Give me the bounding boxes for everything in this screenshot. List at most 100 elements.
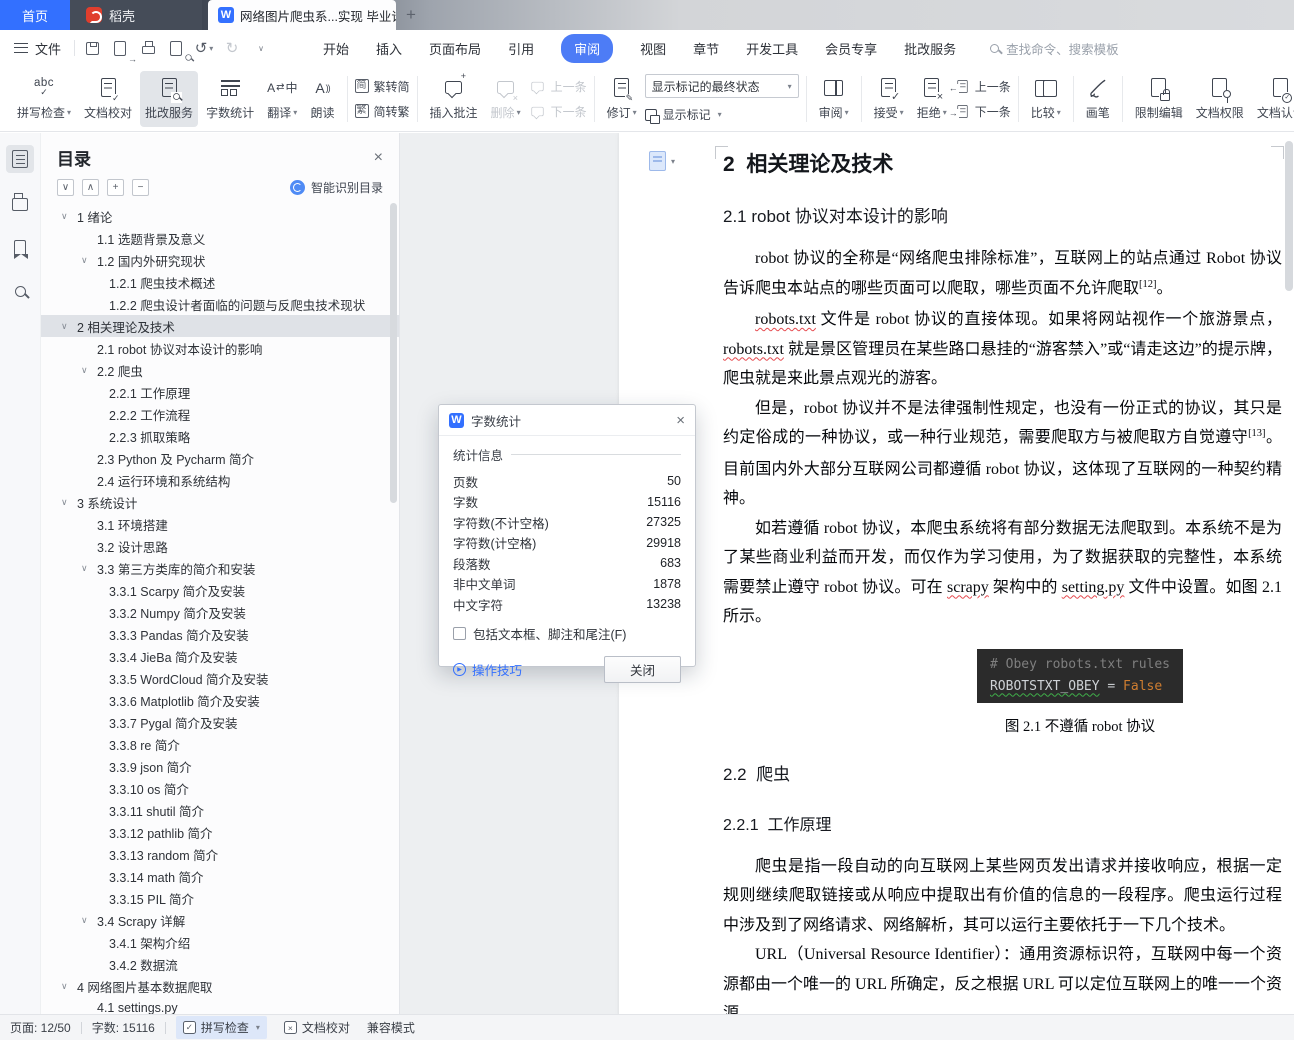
toc-expand-icon[interactable]: ∨ — [61, 211, 77, 222]
toc-expand-icon[interactable]: ∨ — [61, 981, 77, 992]
toc-item[interactable]: 3.4.2 数据流 — [41, 953, 399, 975]
toc-item[interactable]: ∨ 3 系统设计 — [41, 491, 399, 513]
toc-item[interactable]: 2.3 Python 及 Pycharm 简介 — [41, 447, 399, 469]
toc-item[interactable]: 4.1 settings.py — [41, 997, 399, 1014]
simp-to-trad-button[interactable]: 繁简转繁 — [354, 103, 410, 120]
grading-service-button[interactable]: 批改服务 — [140, 70, 199, 127]
doc-permission-button[interactable]: 文档权限 — [1191, 71, 1249, 127]
toc-item[interactable]: ∨ 4 网络图片基本数据爬取 — [41, 975, 399, 997]
next-comment-button[interactable]: 下一条 — [529, 103, 587, 120]
toc-item[interactable]: 3.3.14 math 简介 — [41, 865, 399, 887]
word-count-button[interactable]: 字数统计 — [201, 71, 259, 127]
toc-item[interactable]: ∨ 3.3 第三方类库的简介和安装 — [41, 557, 399, 579]
new-tab-button[interactable]: + — [396, 0, 426, 30]
toc-expand-all-button[interactable]: ∨ — [57, 179, 74, 196]
toc-item[interactable]: 2.4 运行环境和系统结构 — [41, 469, 399, 491]
toc-item[interactable]: 3.3.5 WordCloud 简介及安装 — [41, 667, 399, 689]
document-content[interactable]: 2 相关理论及技术 2.1 robot 协议对本设计的影响 robot 协议的全… — [723, 133, 1282, 1014]
file-menu-button[interactable]: 文件 — [0, 30, 74, 66]
doc-proof-toggle[interactable]: × 文档校对 — [277, 1016, 357, 1039]
menu-item-9[interactable]: 会员专享 — [825, 39, 877, 58]
translate-button[interactable]: A ⇄ 中 翻译 ▾ — [262, 71, 302, 127]
export-button[interactable]: → — [107, 36, 139, 64]
tab-home[interactable]: 首页 — [0, 0, 70, 30]
toc-expand-icon[interactable]: ∨ — [81, 563, 97, 574]
smart-recognize-toc-button[interactable]: 智能识别目录 — [289, 179, 383, 196]
doc-certify-button[interactable]: ✓ 文档认证 — [1252, 71, 1294, 127]
toc-item[interactable]: 2.2.1 工作原理 — [41, 381, 399, 403]
toc-item[interactable]: 1.1 选题背景及意义 — [41, 227, 399, 249]
prev-change-button[interactable]: ← 上一条 — [947, 78, 1011, 95]
dialog-title-bar[interactable]: W 字数统计 × — [439, 405, 695, 436]
spell-check-toggle[interactable]: ✓ 拼写检查 ▾ — [175, 1016, 267, 1039]
toc-item[interactable]: 3.3.12 pathlib 简介 — [41, 821, 399, 843]
toc-item[interactable]: 3.3.6 Matplotlib 简介及安装 — [41, 689, 399, 711]
toc-item[interactable]: 3.3.10 os 简介 — [41, 777, 399, 799]
revise-button[interactable]: ✎ 修订 ▾ — [602, 71, 642, 127]
spell-check-button[interactable]: abc ✓ 拼写检查 ▾ — [12, 71, 76, 127]
print-preview-button[interactable] — [163, 36, 195, 64]
menu-item-7[interactable]: 章节 — [693, 39, 719, 58]
toc-item[interactable]: 1.2.2 爬虫设计者面临的问题与反爬虫技术现状 — [41, 293, 399, 315]
include-textbox-checkbox[interactable]: 包括文本框、脚注和尾注(F) — [453, 624, 681, 643]
trad-to-simp-button[interactable]: 简繁转简 — [354, 78, 410, 95]
undo-button[interactable]: ↺ ▾ — [191, 36, 217, 60]
checkbox-unchecked[interactable] — [453, 626, 466, 640]
document-page[interactable]: ▾ 2 相关理论及技术 2.1 robot 协议对本设计的影响 robot 协议… — [619, 133, 1294, 1014]
toc-expand-icon[interactable]: ∨ — [81, 915, 97, 926]
toc-expand-icon[interactable]: ∨ — [81, 365, 97, 376]
restrict-edit-button[interactable]: 限制编辑 — [1130, 71, 1188, 127]
review-pane-button[interactable]: 审阅 ▾ — [814, 71, 854, 127]
toc-item[interactable]: ∨ 3.4 Scrapy 详解 — [41, 909, 399, 931]
toc-item[interactable]: 2.1 robot 协议对本设计的影响 — [41, 337, 399, 359]
redo-button[interactable]: ↻ — [219, 36, 245, 60]
toc-zoom-out-button[interactable]: − — [132, 179, 149, 196]
toc-close-icon[interactable]: × — [374, 149, 383, 167]
toc-item[interactable]: 3.1 环境搭建 — [41, 513, 399, 535]
toc-item[interactable]: 3.2 设计思路 — [41, 535, 399, 557]
toc-item[interactable]: 3.3.7 Pygal 简介及安装 — [41, 711, 399, 733]
save-button[interactable] — [79, 36, 105, 60]
toc-zoom-in-button[interactable]: + — [107, 179, 124, 196]
menu-item-1[interactable]: 开始 — [323, 39, 349, 58]
page-indicator[interactable]: 页面: 12/50 — [10, 1019, 71, 1036]
find-panel-button[interactable] — [6, 277, 34, 305]
tab-document[interactable]: W 网络图片爬虫系...实现 毕业论 — [208, 0, 396, 30]
toc-expand-icon[interactable]: ∨ — [61, 497, 77, 508]
toc-item[interactable]: 3.3.4 JieBa 简介及安装 — [41, 645, 399, 667]
menu-item-5[interactable]: 审阅 — [561, 33, 614, 63]
menu-item-8[interactable]: 开发工具 — [746, 39, 798, 58]
toc-item[interactable]: ∨ 2 相关理论及技术 — [41, 315, 399, 337]
menu-item-2[interactable]: 插入 — [376, 39, 402, 58]
tab-docer[interactable]: 稻壳 — [70, 0, 202, 30]
bookmark-panel-button[interactable] — [6, 233, 34, 261]
toc-item[interactable]: 3.3.1 Scarpy 简介及安装 — [41, 579, 399, 601]
delete-comment-button[interactable]: × 删除 ▾ — [486, 71, 526, 127]
toc-item[interactable]: 2.2.2 工作流程 — [41, 403, 399, 425]
menu-item-10[interactable]: 批改服务 — [904, 39, 956, 58]
toc-collapse-all-button[interactable]: ∧ — [82, 179, 99, 196]
toc-item[interactable]: 3.3.13 random 简介 — [41, 843, 399, 865]
menu-item-6[interactable]: 视图 — [640, 39, 666, 58]
dialog-close-icon[interactable]: × — [676, 412, 685, 429]
toc-item[interactable]: 3.3.9 json 简介 — [41, 755, 399, 777]
reject-change-button[interactable]: × 拒绝 ▾ — [912, 71, 952, 127]
toc-item[interactable]: 3.3.3 Pandas 简介及安装 — [41, 623, 399, 645]
toc-item[interactable]: 2.2.3 抓取策略 — [41, 425, 399, 447]
menu-item-4[interactable]: 引用 — [508, 39, 534, 58]
toc-item[interactable]: 3.3.2 Numpy 简介及安装 — [41, 601, 399, 623]
toc-item[interactable]: 1.2.1 爬虫技术概述 — [41, 271, 399, 293]
print-button[interactable] — [135, 36, 161, 60]
command-search[interactable]: 查找命令、搜索模板 — [990, 39, 1119, 58]
toc-item[interactable]: 3.3.11 shutil 简介 — [41, 799, 399, 821]
toc-item[interactable]: 3.3.15 PIL 简介 — [41, 887, 399, 909]
toc-item[interactable]: 3.4.1 架构介绍 — [41, 931, 399, 953]
margin-tool-button[interactable]: ▾ — [649, 151, 675, 171]
next-change-button[interactable]: → 下一条 — [947, 103, 1011, 120]
toc-item[interactable]: ∨ 1.2 国内外研究现状 — [41, 249, 399, 271]
task-panel-button[interactable] — [6, 189, 34, 217]
read-aloud-button[interactable]: A)) 朗读 — [306, 71, 340, 127]
toc-item[interactable]: ∨ 1 绪论 — [41, 205, 399, 227]
prev-comment-button[interactable]: 上一条 — [529, 78, 587, 95]
word-count-indicator[interactable]: 字数: 15116 — [92, 1019, 155, 1036]
